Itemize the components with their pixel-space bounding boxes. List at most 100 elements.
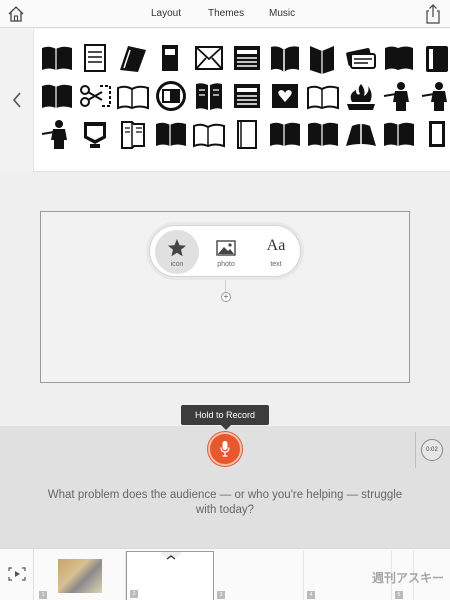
open-book-icon-glyph [156,122,186,146]
soldier-icon-glyph [383,82,409,111]
home-icon[interactable] [7,5,25,23]
slide-thumbnail[interactable]: 1 [36,551,126,600]
open-book-icon[interactable] [38,39,76,77]
burning-books-icon-glyph [347,84,375,110]
soldier-icon-glyph [421,82,447,111]
newspaper-icon[interactable] [228,39,266,77]
envelope-icon[interactable] [190,39,228,77]
connector-line [225,278,226,292]
burning-books-icon[interactable] [342,77,380,115]
slide-number: 4 [307,591,315,599]
bookmark-book-icon[interactable] [304,39,342,77]
closed-book-icon[interactable] [380,39,418,77]
picker-back-button[interactable] [0,29,34,172]
tablet-book-icon-glyph [156,81,186,111]
envelope-icon-glyph [195,46,223,70]
tab-themes[interactable]: Themes [208,8,244,19]
book-outline-icon[interactable] [190,115,228,153]
slide-thumbnail-selected[interactable]: 2 [126,551,214,600]
pamphlet-icon[interactable] [228,115,266,153]
open-book-icon-glyph [42,46,72,70]
book-outline-icon[interactable] [114,77,152,115]
book-outline-icon-glyph [193,123,225,148]
chevron-left-icon [12,92,21,108]
top-bar: Layout Themes Music [0,0,450,28]
book-cover-icon[interactable] [418,115,450,153]
open-book-hands-icon[interactable] [266,39,304,77]
document-icon-glyph [84,44,106,72]
tablet-book-icon[interactable] [152,77,190,115]
reading-book-icon-glyph [196,83,222,110]
open-book-icon[interactable] [152,115,190,153]
slide-number: 5 [395,591,403,599]
soldier-icon[interactable] [38,115,76,153]
add-content-button[interactable]: + [221,292,231,302]
book-opened-icon-glyph [426,46,448,72]
watermark: 週刊アスキー [372,571,445,585]
book-stack-icon[interactable] [152,39,190,77]
cut-here-icon[interactable] [76,77,114,115]
book-stand-icon-glyph [84,122,106,148]
open-book-icon-glyph [308,122,338,146]
heart-book-icon-glyph [272,84,298,108]
preview-button[interactable] [0,549,34,600]
photo-option[interactable]: photo [204,230,248,274]
soldier-icon[interactable] [380,77,418,115]
book-outline-icon-glyph [117,85,149,110]
photo-option-label: photo [217,261,235,268]
open-book-icon[interactable] [38,77,76,115]
heart-book-icon[interactable] [266,77,304,115]
open-book-hands-icon-glyph [271,46,299,72]
newspaper-icon[interactable] [228,77,266,115]
closed-book-icon-glyph [385,46,413,70]
text-option-label: text [270,261,282,268]
bookmark-book-icon-glyph [310,46,334,74]
book-fanned-icon-glyph [346,124,376,146]
slide-photo-thumbnail [58,559,102,593]
open-book-icon[interactable] [266,115,304,153]
tickets-icon[interactable] [342,39,380,77]
newspaper-icon-glyph [234,46,260,70]
star-icon [168,239,186,257]
book-cover-icon-glyph [429,121,445,147]
cut-here-icon-glyph [80,85,111,107]
newspaper-icon-glyph [234,84,260,108]
tab-music[interactable]: Music [269,8,295,19]
microphone-icon [220,441,230,457]
tab-layout[interactable]: Layout [151,8,181,19]
slide-number: 2 [130,590,138,598]
image-icon [216,240,236,256]
book-stack-icon-glyph [162,45,178,71]
book-pages-icon[interactable] [114,39,152,77]
pamphlet-icon-glyph [237,120,257,149]
open-book-icon[interactable] [380,115,418,153]
preview-icon [8,567,26,581]
icon-option[interactable]: icon [155,230,199,274]
slide-canvas: icon photo Aa text + [0,172,450,426]
record-timer: 0:02 [421,439,443,461]
share-icon[interactable] [425,4,441,24]
text-option[interactable]: Aa text [254,230,298,274]
slide-thumbnail[interactable]: 3 [214,551,304,600]
record-button[interactable] [208,432,242,466]
slide-number: 3 [217,591,225,599]
content-frame[interactable]: icon photo Aa text + [40,211,410,383]
book-outline-icon[interactable] [304,77,342,115]
book-opened-icon[interactable] [418,39,450,77]
book-outline-icon-glyph [307,85,339,110]
book-fanned-icon[interactable] [342,115,380,153]
chevron-up-icon[interactable] [161,552,181,562]
open-book-icon[interactable] [304,115,342,153]
icon-option-label: icon [170,261,184,268]
reading-book-icon[interactable] [190,77,228,115]
brochure-icon[interactable] [114,115,152,153]
text-glyph: Aa [266,237,286,254]
document-icon[interactable] [76,39,114,77]
open-book-icon-glyph [42,84,72,108]
record-tooltip: Hold to Record [181,405,269,430]
book-stand-icon[interactable] [76,115,114,153]
soldier-icon[interactable] [418,77,450,115]
slide-number: 1 [39,591,47,599]
story-prompt: What problem does the audience — or who … [47,489,403,516]
divider [415,432,416,468]
